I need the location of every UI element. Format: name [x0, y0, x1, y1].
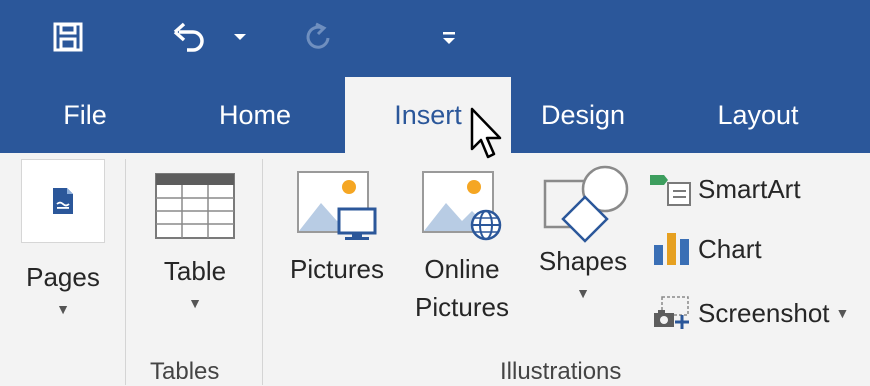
customize-qat-icon[interactable] [436, 14, 462, 60]
save-icon[interactable] [48, 14, 88, 60]
smartart-button[interactable]: SmartArt [648, 171, 801, 207]
quick-access-toolbar [0, 0, 870, 77]
online-pictures-button[interactable]: Online Pictures [404, 153, 520, 323]
pages-icon [21, 159, 105, 243]
ribbon-insert-panel: Pages ▼ Table ▼ Tables Pictures Online P… [0, 153, 870, 385]
screenshot-icon [654, 296, 689, 329]
redo-icon [298, 14, 338, 60]
shapes-icon [543, 165, 629, 243]
pages-dropdown-icon: ▼ [56, 301, 70, 317]
table-button[interactable]: Table ▼ [140, 153, 250, 313]
table-dropdown-icon: ▼ [188, 295, 202, 311]
chevron-down-icon[interactable] [230, 14, 250, 60]
screenshot-dropdown-icon: ▼ [835, 305, 850, 321]
online-pictures-label-line1: Online [424, 254, 500, 284]
shapes-button[interactable]: Shapes ▼ [530, 153, 636, 303]
shapes-label: Shapes [538, 246, 628, 276]
table-icon [155, 173, 235, 239]
pictures-button[interactable]: Pictures [280, 153, 394, 285]
online-pictures-icon [422, 171, 502, 241]
ribbon-tabs: File Home Insert Design Layout [0, 77, 870, 153]
chart-label: Chart [698, 233, 762, 264]
chart-button[interactable]: Chart [652, 231, 762, 267]
table-label: Table [163, 256, 227, 286]
pages-button[interactable]: Pages ▼ [18, 153, 108, 319]
separator-tables [262, 159, 263, 385]
tab-home[interactable]: Home [205, 77, 305, 153]
screenshot-label: Screenshot [698, 297, 830, 328]
separator-pages [125, 159, 126, 385]
shapes-dropdown-icon: ▼ [576, 285, 590, 301]
online-pictures-label-line2: Pictures [415, 292, 509, 322]
smartart-icon [650, 175, 691, 206]
smartart-label: SmartArt [698, 173, 801, 204]
group-label-tables: Tables [150, 358, 220, 385]
screenshot-button[interactable]: Screenshot ▼ [652, 295, 849, 331]
mouse-cursor-icon [470, 107, 502, 159]
chart-icon [654, 233, 689, 265]
group-label-illustrations: Illustrations [500, 358, 622, 385]
pages-label: Pages [26, 262, 100, 292]
undo-icon[interactable] [168, 14, 212, 60]
tab-file[interactable]: File [50, 77, 120, 153]
pictures-icon [297, 171, 377, 240]
tab-design[interactable]: Design [528, 77, 638, 153]
pictures-label: Pictures [290, 254, 384, 284]
tab-layout[interactable]: Layout [698, 77, 818, 153]
